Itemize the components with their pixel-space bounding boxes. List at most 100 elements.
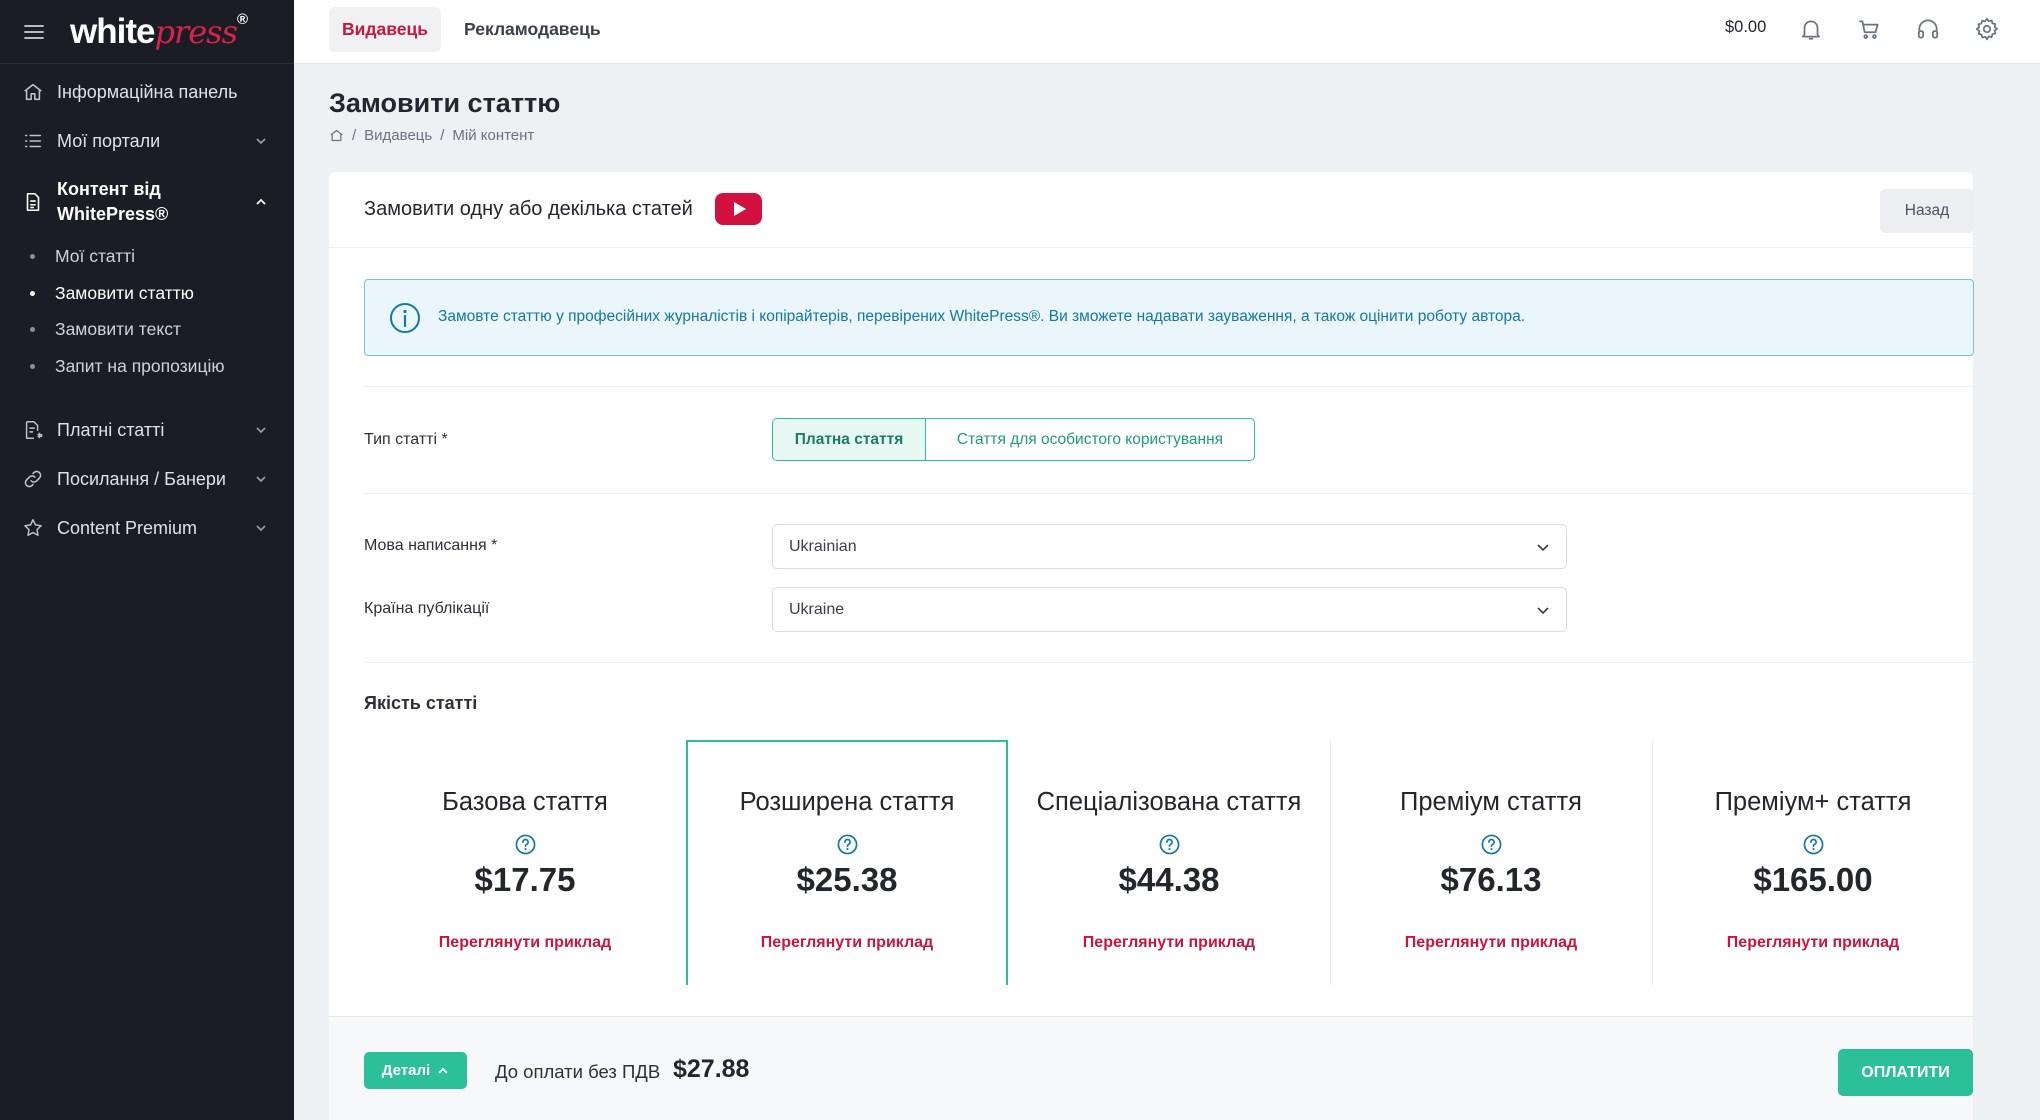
divider [364, 493, 1974, 494]
quality-price: $44.38 [1118, 861, 1220, 898]
sidebar-item-label: Інформаційна панель [57, 81, 238, 102]
bell-icon[interactable] [1798, 16, 1824, 42]
breadcrumb-separator: / [352, 127, 357, 144]
help-icon[interactable] [1159, 834, 1180, 855]
tab-publisher[interactable]: Видавець [329, 7, 441, 52]
settings-gear-icon[interactable] [1974, 16, 2000, 42]
menu-icon[interactable] [24, 24, 44, 40]
sidebar-subitem-order-text[interactable]: Замовити текст [0, 316, 294, 342]
payment-label: До оплати без ПДВ [495, 1061, 661, 1082]
sidebar-subitem-my-articles[interactable]: Мої статті [0, 243, 294, 269]
country-label: Країна публікації [364, 600, 490, 617]
quality-name: Базова стаття [442, 788, 608, 816]
sidebar-item-my-portals[interactable]: Мої портали [0, 127, 294, 155]
quality-name: Спеціалізована стаття [1036, 788, 1302, 816]
sidebar-item-label: Контент від WhitePress® [57, 179, 169, 224]
back-button[interactable]: Назад [1880, 189, 1974, 233]
sidebar-subitem-order-article[interactable]: Замовити статтю [0, 280, 294, 306]
info-alert: Замовте статтю у професійних журналістів… [364, 279, 1974, 356]
sidebar-item-whitepress-content[interactable]: Контент від WhitePress® [0, 176, 294, 228]
help-icon[interactable] [837, 834, 858, 855]
cart-icon[interactable] [1856, 16, 1882, 42]
document-icon [26, 192, 40, 212]
article-type-paid-option[interactable]: Платна стаття [773, 419, 926, 460]
account-balance[interactable]: $0.00 [1725, 18, 1766, 37]
chevron-down-icon [1537, 607, 1549, 615]
chevron-up-icon [256, 198, 266, 205]
sidebar-header: whitepress® [0, 0, 294, 64]
paid-articles-icon [25, 421, 43, 439]
breadcrumb-home-icon[interactable] [329, 128, 344, 143]
home-icon [24, 83, 42, 101]
quality-option-premium-plus[interactable]: Преміум+ стаття $165.00 Переглянути прик… [1652, 740, 1974, 985]
quality-price: $165.00 [1753, 861, 1873, 898]
quality-price: $17.75 [474, 861, 576, 898]
view-example-link[interactable]: Переглянути приклад [688, 934, 1006, 952]
quality-option-specialized[interactable]: Спеціалізована стаття $44.38 Переглянути… [1008, 740, 1330, 985]
sidebar-item-content-premium[interactable]: Content Premium [0, 514, 294, 542]
view-example-link[interactable]: Переглянути приклад [1330, 934, 1652, 952]
quality-name: Розширена стаття [739, 788, 955, 816]
sidebar-item-dashboard[interactable]: Інформаційна панель [0, 78, 294, 106]
breadcrumb-item-publisher[interactable]: Видавець [364, 127, 432, 144]
country-select-value: Ukraine [789, 600, 845, 618]
article-type-personal-option[interactable]: Стаття для особистого користування [926, 419, 1254, 460]
sidebar-item-label: Content Premium [57, 517, 198, 538]
headset-icon[interactable] [1915, 16, 1941, 42]
list-icon [24, 134, 42, 148]
divider [364, 662, 1974, 663]
info-icon [390, 303, 420, 333]
quality-option-extended[interactable]: Розширена стаття $25.38 Переглянути прик… [686, 740, 1008, 985]
view-example-link[interactable]: Переглянути приклад [1008, 934, 1330, 952]
topbar: Видавець Рекламодавець $0.00 [294, 0, 2040, 64]
quality-option-premium[interactable]: Преміум стаття $76.13 Переглянути прикла… [1330, 740, 1652, 985]
quality-option-basic[interactable]: Базова стаття $17.75 Переглянути приклад [364, 740, 686, 985]
language-select[interactable]: Ukrainian [772, 524, 1567, 569]
view-example-link[interactable]: Переглянути приклад [1652, 934, 1974, 952]
order-article-card: Замовити одну або декілька статей Назад … [329, 172, 1974, 1120]
details-button[interactable]: Деталі [364, 1052, 467, 1089]
info-alert-text: Замовте статтю у професійних журналістів… [438, 308, 1526, 325]
chevron-up-icon [438, 1067, 448, 1074]
quality-price: $25.38 [796, 861, 898, 898]
sidebar: whitepress® Інформаційна панель Мої порт… [0, 0, 294, 1120]
article-type-toggle: Платна стаття Стаття для особистого кори… [772, 418, 1255, 461]
card-title: Замовити одну або декілька статей [364, 198, 693, 220]
details-label: Деталі [381, 1062, 431, 1079]
language-label: Мова написання * [364, 537, 498, 554]
breadcrumb: / Видавець / Мій контент [329, 127, 534, 144]
quality-section-title: Якість статті [364, 693, 478, 713]
payment-amount: $27.88 [673, 1055, 750, 1083]
chevron-down-icon [256, 138, 266, 145]
quality-name: Преміум+ стаття [1714, 788, 1912, 816]
quality-name: Преміум стаття [1400, 788, 1582, 816]
sidebar-item-label: Посилання / Банери [57, 468, 226, 489]
divider [364, 386, 1974, 387]
help-icon[interactable] [515, 834, 536, 855]
pay-button[interactable]: ОПЛАТИТИ [1838, 1049, 1973, 1096]
whitepress-logo[interactable]: whitepress® [70, 12, 248, 49]
sidebar-item-paid-articles[interactable]: Платні статті [0, 416, 294, 444]
view-example-link[interactable]: Переглянути приклад [364, 934, 686, 952]
country-select[interactable]: Ukraine [772, 587, 1567, 632]
tab-advertiser[interactable]: Рекламодавець [464, 7, 601, 52]
link-icon [24, 470, 42, 488]
breadcrumb-item-my-content[interactable]: Мій контент [452, 127, 534, 144]
help-icon[interactable] [1803, 834, 1824, 855]
payment-footer: Деталі До оплати без ПДВ $27.88 ОПЛАТИТИ [329, 1016, 1973, 1120]
sidebar-subitem-request-offer[interactable]: Запит на пропозицію [0, 353, 294, 379]
card-header: Замовити одну або декілька статей Назад [329, 172, 1974, 248]
help-icon[interactable] [1481, 834, 1502, 855]
quality-price: $76.13 [1440, 861, 1542, 898]
article-type-label: Тип статті * [364, 431, 448, 448]
sidebar-item-links-banners[interactable]: Посилання / Банери [0, 465, 294, 493]
breadcrumb-separator: / [440, 127, 445, 144]
page-title: Замовити статтю [329, 88, 561, 118]
star-icon [24, 519, 42, 536]
chevron-down-icon [256, 427, 266, 434]
sidebar-item-label: Мої портали [57, 130, 161, 151]
chevron-down-icon [256, 525, 266, 532]
chevron-down-icon [1537, 544, 1549, 552]
sidebar-item-label: Платні статті [57, 419, 165, 440]
youtube-play-icon[interactable] [715, 193, 762, 225]
